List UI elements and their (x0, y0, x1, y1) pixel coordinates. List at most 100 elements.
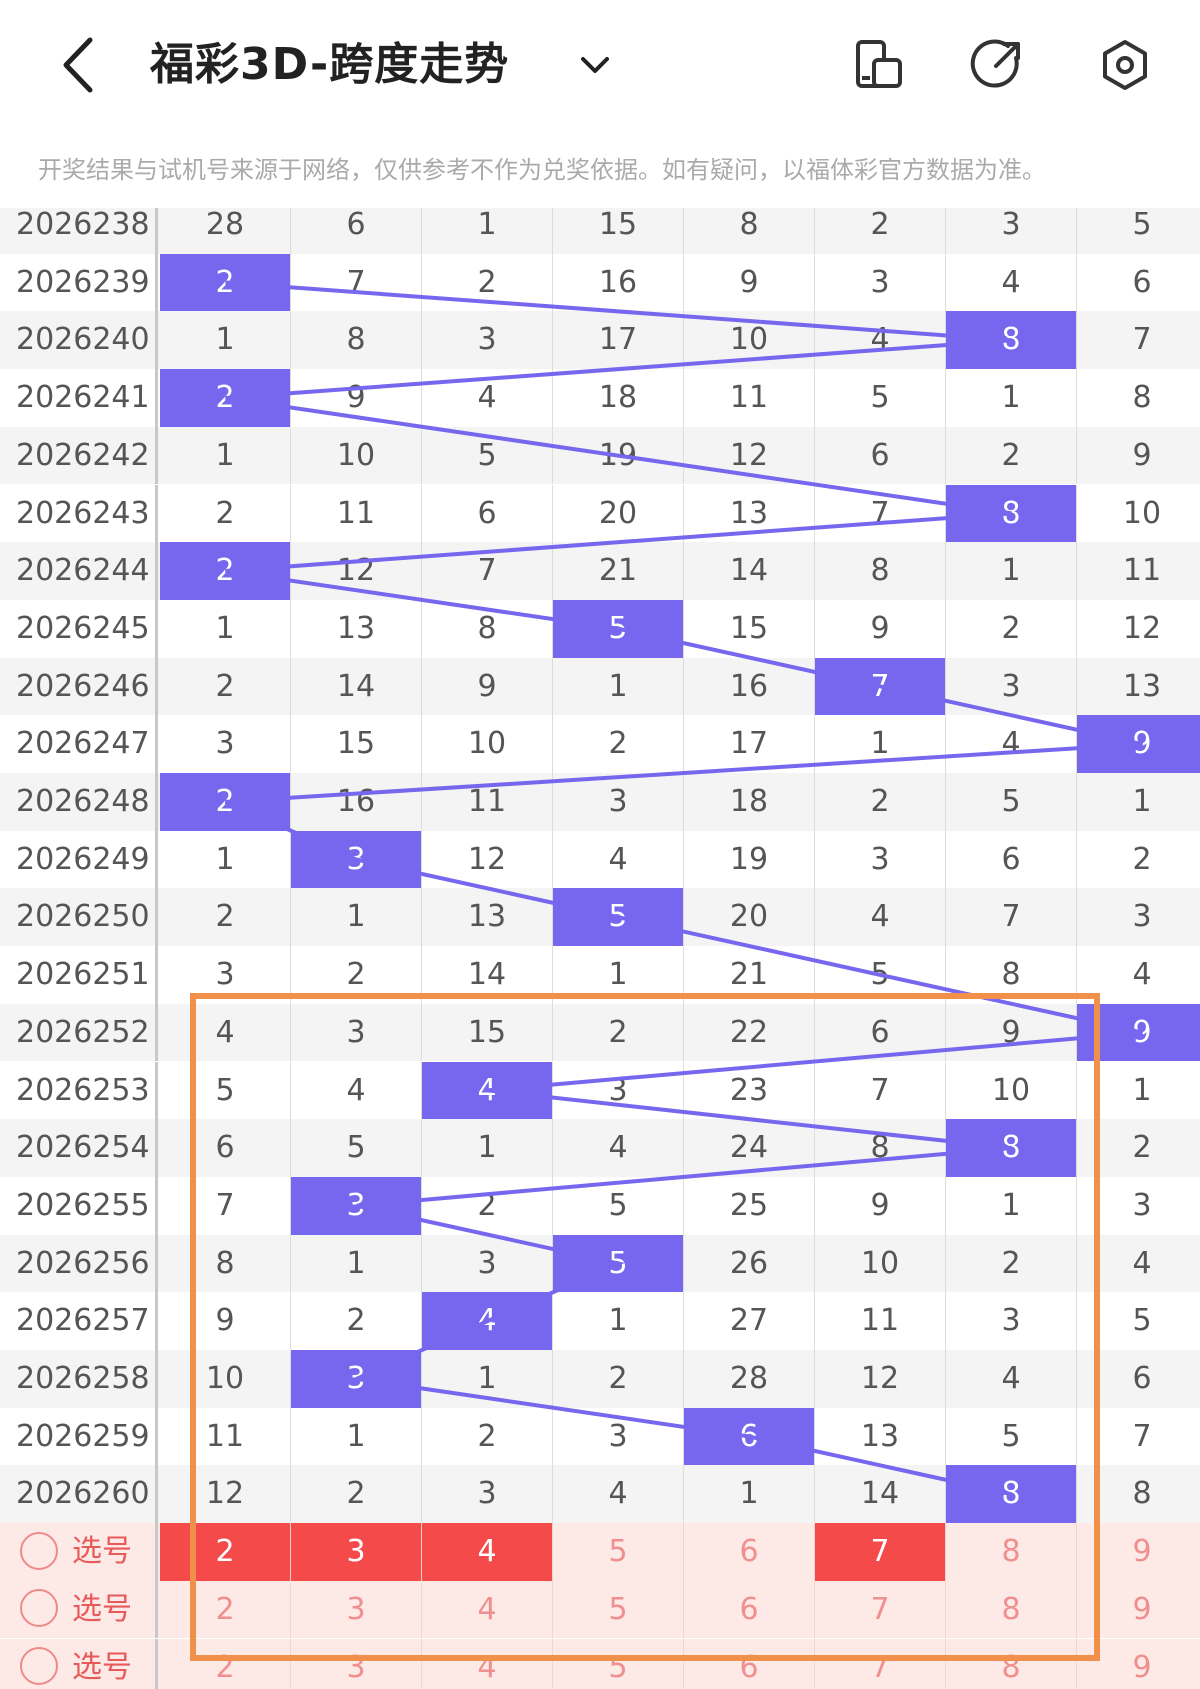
miss-count-cell: 3 (815, 830, 946, 889)
pick-cell[interactable]: 9 (1077, 1523, 1200, 1581)
miss-count-cell: 15 (422, 1003, 553, 1062)
miss-count-cell: 12 (160, 1465, 291, 1524)
miss-count-cell: 3 (422, 311, 553, 370)
miss-count-cell: 2 (160, 484, 291, 543)
pick-cell[interactable]: 6 (684, 1638, 815, 1689)
miss-count-cell: 24 (684, 1119, 815, 1177)
table-row: 2026239 2 7 2 16 9 3 4 6 (0, 253, 1200, 312)
miss-count-cell: 4 (553, 1465, 684, 1524)
pick-cell[interactable]: 7 (815, 1580, 946, 1639)
miss-count-cell: 3 (160, 715, 291, 773)
miss-count-cell: 2 (815, 773, 946, 831)
pick-cell[interactable]: 2 (160, 1638, 291, 1689)
pick-cell-selected[interactable]: 3 (291, 1523, 422, 1581)
pick-cell[interactable]: 4 (422, 1580, 553, 1639)
miss-count-cell: 1 (160, 426, 291, 485)
miss-count-cell: 2 (422, 1176, 553, 1235)
pick-label[interactable]: 选号 (0, 1580, 158, 1639)
miss-count-cell: 4 (946, 715, 1077, 773)
radio-circle-icon[interactable] (20, 1531, 58, 1570)
pick-cell-selected[interactable]: 4 (422, 1523, 553, 1581)
table-row: 2026251 3 2 14 1 21 5 8 4 (0, 946, 1200, 1004)
pick-cell[interactable]: 9 (1077, 1639, 1200, 1689)
issue-number: 2026258 (0, 1350, 158, 1408)
pick-cell[interactable]: 8 (946, 1638, 1077, 1689)
radio-circle-icon[interactable] (20, 1647, 58, 1685)
pick-label[interactable]: 选号 (0, 1638, 158, 1689)
miss-count-cell: 8 (422, 599, 553, 658)
pick-row[interactable]: 选号 2 3 4 5 6 7 8 9 (0, 1638, 1200, 1689)
miss-count-cell: 11 (422, 773, 553, 831)
pick-cell[interactable]: 7 (815, 1638, 946, 1689)
miss-count-cell: 11 (1077, 542, 1200, 600)
miss-count-cell: 13 (291, 599, 422, 658)
disclaimer-text: 开奖结果与试机号来源于网络，仅供参考不作为兑奖依据。如有疑问，以福体彩官方数据为… (38, 156, 1046, 184)
pick-cell[interactable]: 5 (553, 1580, 684, 1639)
miss-count-cell: 4 (160, 1003, 291, 1062)
pick-cell[interactable]: 9 (1077, 1581, 1200, 1639)
miss-count-cell: 4 (422, 369, 553, 427)
pick-cell-selected[interactable]: 2 (160, 1523, 291, 1581)
table-row: 2026245 1 13 8 5 15 9 2 12 (0, 599, 1200, 658)
miss-count-cell: 1 (946, 1176, 1077, 1235)
back-icon[interactable] (52, 30, 112, 100)
pick-cell-selected[interactable]: 7 (815, 1523, 946, 1581)
table-row: 2026259 11 1 2 3 6 13 5 7 (0, 1407, 1200, 1466)
issue-number: 2026256 (0, 1234, 158, 1293)
pick-cell[interactable]: 5 (553, 1638, 684, 1689)
issue-number: 2026238 (0, 208, 158, 254)
pick-row[interactable]: 选号 2 3 4 5 6 7 8 9 (0, 1523, 1200, 1581)
chevron-down-icon[interactable] (575, 45, 615, 85)
hit-cell: 9 (1077, 1003, 1200, 1062)
miss-count-cell: 5 (815, 946, 946, 1004)
pick-cell[interactable]: 4 (422, 1638, 553, 1689)
pick-cell[interactable]: 3 (291, 1638, 422, 1689)
pick-row[interactable]: 选号 2 3 4 5 6 7 8 9 (0, 1580, 1200, 1639)
issue-number: 2026249 (0, 830, 158, 889)
pick-cell[interactable]: 6 (684, 1523, 815, 1581)
miss-count-cell: 16 (684, 657, 815, 716)
hit-cell: 4 (422, 1292, 553, 1350)
hit-cell: 8 (946, 484, 1077, 543)
pick-label-text: 选号 (72, 1591, 132, 1627)
miss-count-cell: 12 (1077, 600, 1200, 658)
miss-count-cell: 20 (553, 484, 684, 543)
pick-cell[interactable]: 6 (684, 1580, 815, 1639)
miss-count-cell: 1 (291, 888, 422, 947)
miss-count-cell: 2 (291, 1465, 422, 1524)
pick-label[interactable]: 选号 (0, 1523, 158, 1581)
miss-count-cell: 5 (1077, 208, 1200, 254)
pick-cell[interactable]: 8 (946, 1580, 1077, 1639)
pick-cell[interactable]: 5 (553, 1523, 684, 1581)
miss-count-cell: 2 (553, 1003, 684, 1062)
radio-circle-icon[interactable] (20, 1589, 58, 1628)
miss-count-cell: 15 (291, 715, 422, 773)
pick-cell[interactable]: 2 (160, 1580, 291, 1639)
table-row: 2026248 2 16 11 3 18 2 5 1 (0, 773, 1200, 831)
issue-number: 2026254 (0, 1119, 158, 1177)
pick-cell[interactable]: 3 (291, 1580, 422, 1639)
pick-cell[interactable]: 8 (946, 1523, 1077, 1581)
miss-count-cell: 5 (291, 1119, 422, 1177)
issue-number: 2026252 (0, 1003, 158, 1062)
miss-count-cell: 4 (553, 1119, 684, 1177)
issue-number: 2026247 (0, 715, 158, 773)
issue-number: 2026240 (0, 311, 158, 370)
table-row: 2026249 1 3 12 4 19 3 6 2 (0, 830, 1200, 889)
issue-number: 2026241 (0, 369, 158, 427)
settings-icon[interactable] (1098, 38, 1152, 92)
issue-number: 2026253 (0, 1061, 158, 1120)
table-row: 2026241 2 9 4 18 11 5 1 8 (0, 369, 1200, 427)
hit-cell: 2 (160, 369, 291, 427)
device-icon[interactable] (852, 38, 906, 92)
hit-cell: 3 (291, 830, 422, 889)
table-row: 2026253 5 4 4 3 23 7 10 1 (0, 1061, 1200, 1120)
miss-count-cell: 5 (946, 773, 1077, 831)
miss-count-cell: 15 (553, 208, 684, 254)
miss-count-cell: 6 (160, 1119, 291, 1177)
hit-cell: 4 (422, 1061, 553, 1120)
miss-count-cell: 2 (553, 1350, 684, 1408)
miss-count-cell: 9 (815, 599, 946, 658)
share-icon[interactable] (970, 38, 1024, 92)
issue-number: 2026242 (0, 426, 158, 485)
